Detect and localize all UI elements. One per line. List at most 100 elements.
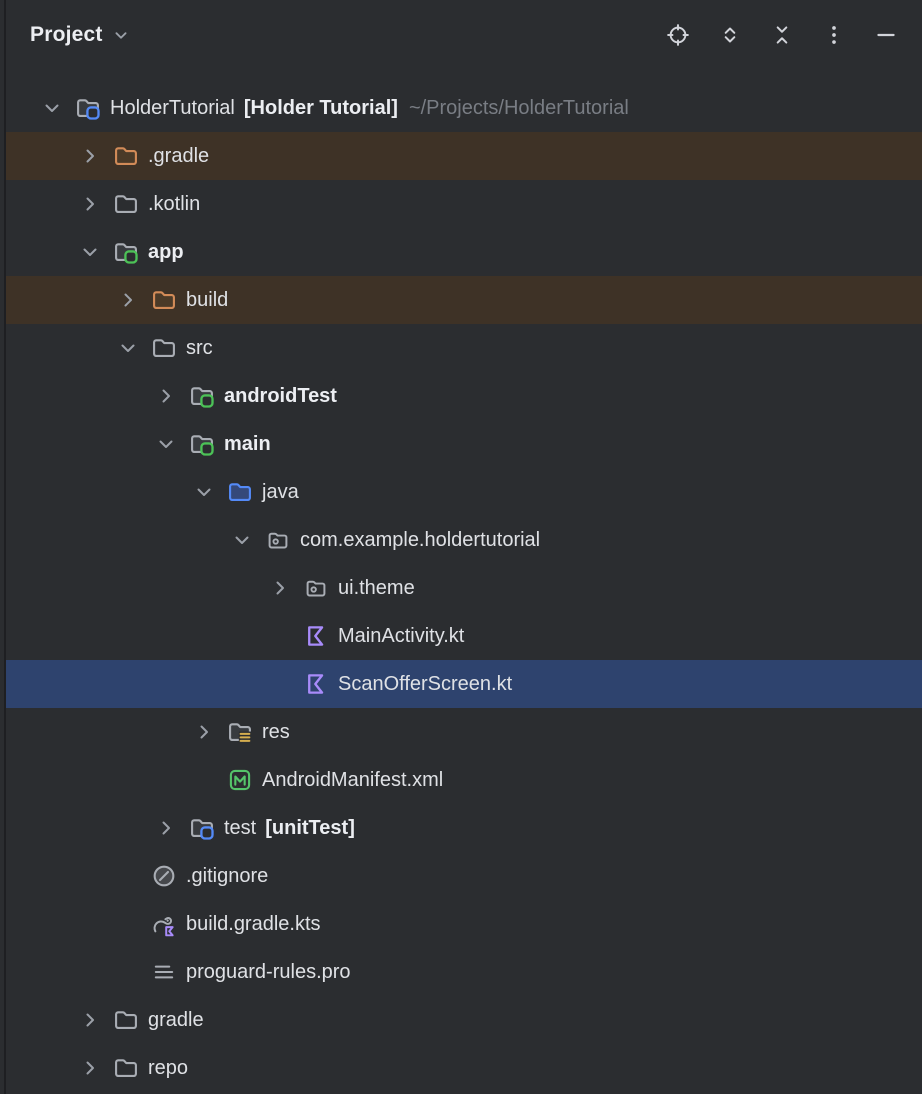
text-file-icon <box>150 958 178 986</box>
collapse-all-button[interactable] <box>764 17 800 53</box>
node-label: androidTest <box>224 385 337 408</box>
package-icon <box>302 574 330 602</box>
tree-row-app[interactable]: app <box>6 228 922 276</box>
manifest-xml-icon <box>226 766 254 794</box>
tree-row-main-activity-kt[interactable]: MainActivity.kt <box>6 612 922 660</box>
node-label: AndroidManifest.xml <box>262 769 443 792</box>
package-icon <box>264 526 292 554</box>
tree-row-android-manifest-xml[interactable]: AndroidManifest.xml <box>6 756 922 804</box>
folder-badge-blue-icon <box>74 94 102 122</box>
node-label: app <box>148 241 184 264</box>
chevron-down-icon[interactable] <box>40 96 64 120</box>
project-tool-window: Project HolderTutorial [Holder Tutorial] ~… <box>0 0 922 1094</box>
tool-window-title[interactable]: Project <box>30 23 103 47</box>
hide-button[interactable] <box>868 17 904 53</box>
kotlin-file-icon <box>302 622 330 650</box>
folder-icon <box>112 1006 140 1034</box>
node-label: src <box>186 337 213 360</box>
project-file-tree: HolderTutorial [Holder Tutorial] ~/Project… <box>6 84 922 1092</box>
node-label: MainActivity.kt <box>338 625 464 648</box>
tree-row-build-gradle-kts[interactable]: build.gradle.kts <box>6 900 922 948</box>
node-label: res <box>262 721 290 744</box>
chevron-spacer <box>268 624 292 648</box>
chevron-right-icon[interactable] <box>78 192 102 216</box>
chevron-right-icon[interactable] <box>192 720 216 744</box>
chevron-spacer <box>192 768 216 792</box>
node-label: com.example.holdertutorial <box>300 529 540 552</box>
chevron-right-icon[interactable] <box>116 288 140 312</box>
node-label: repo <box>148 1057 188 1080</box>
tree-row-test[interactable]: test [unitTest] <box>6 804 922 852</box>
folder-excluded-icon <box>112 142 140 170</box>
tree-row-build[interactable]: build <box>6 276 922 324</box>
chevron-right-icon[interactable] <box>78 1056 102 1080</box>
tree-row-ui-theme[interactable]: ui.theme <box>6 564 922 612</box>
chevron-spacer <box>268 672 292 696</box>
folder-icon <box>150 334 178 362</box>
tree-row-dot-kotlin[interactable]: .kotlin <box>6 180 922 228</box>
folder-excluded-icon <box>150 286 178 314</box>
chevron-down-icon[interactable] <box>230 528 254 552</box>
chevron-down-icon[interactable] <box>154 432 178 456</box>
folder-icon <box>112 1054 140 1082</box>
kebab-icon <box>821 22 847 48</box>
tree-row-com-example-holdertutorial[interactable]: com.example.holdertutorial <box>6 516 922 564</box>
folder-badge-green-icon <box>188 430 216 458</box>
tree-row-scan-offer-screen-kt[interactable]: ScanOfferScreen.kt <box>6 660 922 708</box>
node-label: .kotlin <box>148 193 200 216</box>
node-label: .gitignore <box>186 865 268 888</box>
tree-row-android-test[interactable]: androidTest <box>6 372 922 420</box>
tree-row-repo[interactable]: repo <box>6 1044 922 1092</box>
project-path: ~/Projects/HolderTutorial <box>409 97 629 120</box>
expand-all-button[interactable] <box>712 17 748 53</box>
expand-all-icon <box>717 22 743 48</box>
chevron-down-icon[interactable] <box>78 240 102 264</box>
chevron-spacer <box>116 864 140 888</box>
node-label: build <box>186 289 228 312</box>
minimize-icon <box>873 22 899 48</box>
folder-java-icon <box>226 478 254 506</box>
tree-row-dot-gradle[interactable]: .gradle <box>6 132 922 180</box>
node-label: build.gradle.kts <box>186 913 321 936</box>
tree-row-root[interactable]: HolderTutorial [Holder Tutorial] ~/Project… <box>6 84 922 132</box>
chevron-right-icon[interactable] <box>78 1008 102 1032</box>
tree-row-java[interactable]: java <box>6 468 922 516</box>
tree-row-gradle[interactable]: gradle <box>6 996 922 1044</box>
node-label-suffix: [unitTest] <box>265 817 355 840</box>
chevron-down-icon[interactable] <box>116 336 140 360</box>
node-label: main <box>224 433 271 456</box>
chevron-spacer <box>116 960 140 984</box>
chevron-right-icon[interactable] <box>78 144 102 168</box>
node-label-suffix: [Holder Tutorial] <box>244 97 398 120</box>
folder-badge-green-icon <box>188 382 216 410</box>
node-label: gradle <box>148 1009 204 1032</box>
kotlin-file-icon <box>302 670 330 698</box>
chevron-spacer <box>116 912 140 936</box>
folder-icon <box>112 190 140 218</box>
chevron-right-icon[interactable] <box>154 384 178 408</box>
node-label: ui.theme <box>338 577 415 600</box>
tree-row-res[interactable]: res <box>6 708 922 756</box>
tree-row-src[interactable]: src <box>6 324 922 372</box>
locate-file-button[interactable] <box>660 17 696 53</box>
tree-row-main[interactable]: main <box>6 420 922 468</box>
node-label: .gradle <box>148 145 209 168</box>
node-label: proguard-rules.pro <box>186 961 351 984</box>
tool-window-header: Project <box>6 0 922 84</box>
chevron-down-icon[interactable] <box>110 24 132 46</box>
header-actions <box>660 17 904 53</box>
chevron-right-icon[interactable] <box>268 576 292 600</box>
more-options-button[interactable] <box>816 17 852 53</box>
gradle-kts-icon <box>150 910 178 938</box>
chevron-down-icon[interactable] <box>192 480 216 504</box>
gitignore-icon <box>150 862 178 890</box>
node-label: test <box>224 817 256 840</box>
tree-row-proguard-rules-pro[interactable]: proguard-rules.pro <box>6 948 922 996</box>
tree-row-dot-gitignore[interactable]: .gitignore <box>6 852 922 900</box>
node-label: ScanOfferScreen.kt <box>338 673 512 696</box>
folder-badge-blue-icon <box>188 814 216 842</box>
node-label: HolderTutorial <box>110 97 235 120</box>
target-icon <box>665 22 691 48</box>
chevron-right-icon[interactable] <box>154 816 178 840</box>
node-label: java <box>262 481 299 504</box>
